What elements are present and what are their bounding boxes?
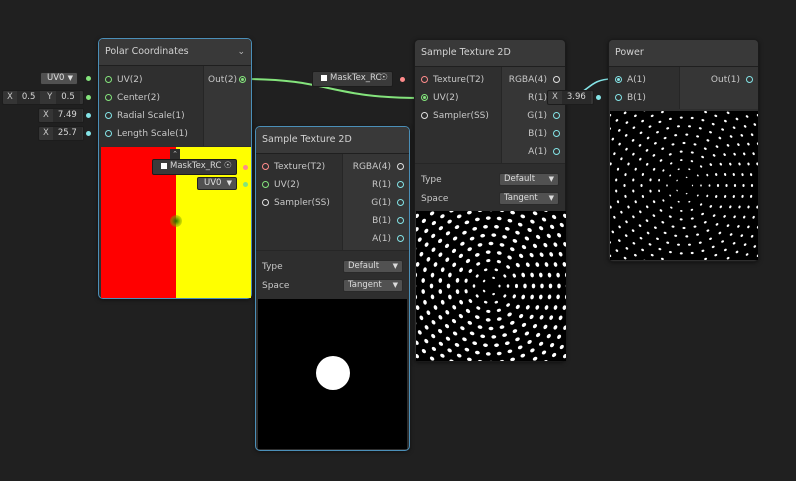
output-port-out[interactable]: Out(2) [204,71,251,89]
output-port-b[interactable]: B(1) [343,212,409,230]
pattern-dot [514,283,519,289]
mask-texture-field[interactable]: MaskTex_RC ☉ [152,159,237,175]
polar-dots-preview-image [416,211,566,361]
type-dropdown[interactable]: Default ▼ [343,260,403,273]
pattern-dot [488,241,494,246]
pattern-dot [640,184,643,187]
pattern-dot [716,184,720,187]
node-title[interactable]: Power [609,40,758,67]
texture-connector-dot-2 [400,77,405,82]
output-port-a[interactable]: A(1) [502,143,565,161]
center-connector-dot [86,95,91,100]
pattern-dot [750,184,754,187]
type-dropdown[interactable]: Default ▼ [499,173,559,186]
input-port-a[interactable]: A(1) [609,71,679,89]
input-port-radial-scale[interactable]: Radial Scale(1) [99,107,203,125]
output-port-a[interactable]: A(1) [343,230,409,248]
chevron-down-icon[interactable]: ⌄ [237,39,245,65]
type-label: Type [421,174,442,185]
node-title[interactable]: Sample Texture 2D [415,40,565,67]
pattern-dot [708,184,711,187]
input-port-texture[interactable]: Texture(T2) [256,158,342,176]
input-port-uv[interactable]: UV(2) [415,89,501,107]
pattern-dot [682,226,686,230]
pattern-dot [682,141,686,145]
uv-channel-dropdown[interactable]: UV0 ▼ [40,72,78,85]
output-port-rgba[interactable]: RGBA(4) [343,158,409,176]
node-title[interactable]: Sample Texture 2D [256,127,409,154]
pattern-dot [725,184,728,187]
input-port-sampler[interactable]: Sampler(SS) [415,107,501,125]
pattern-dot [506,284,510,288]
length-scale-field[interactable]: X 25.7 [38,126,84,141]
length-connector-dot [86,131,91,136]
sample-texture-node-upper[interactable]: Sample Texture 2D Texture(T2) UV(2) Samp… [414,39,566,362]
space-label: Space [262,280,290,291]
pattern-dot [523,283,527,289]
power-b-connector-dot [596,95,601,100]
sample-texture-node-lower[interactable]: Sample Texture 2D Texture(T2) UV(2) Samp… [255,126,410,451]
target-icon[interactable]: ☉ [224,160,232,173]
pattern-dot [623,184,626,187]
pattern-dot [666,184,668,187]
uv-channel-dropdown-2[interactable]: UV0 ▼ [197,177,237,190]
node-title[interactable]: Polar Coordinates ⌄ [99,39,251,66]
settings-section: Type Default ▼ Space Tangent ▼ [256,250,409,296]
texture-connector-dot [243,165,248,170]
pattern-dot [446,283,451,289]
pattern-dot [498,284,501,288]
uv-connector-dot [86,76,91,81]
space-dropdown[interactable]: Tangent ▼ [499,192,559,205]
radial-connector-dot [86,113,91,118]
power-b-field[interactable]: X 3.96 [547,90,594,105]
output-port-g[interactable]: G(1) [502,107,565,125]
output-port-out[interactable]: Out(1) [680,71,758,89]
type-label: Type [262,261,283,272]
power-dots-preview-image [610,111,758,260]
output-port-b[interactable]: B(1) [502,125,565,143]
input-port-texture[interactable]: Texture(T2) [415,71,501,89]
output-port-rgba[interactable]: RGBA(4) [502,71,565,89]
chevron-up-icon[interactable]: ⌃ [170,149,180,159]
output-port-r[interactable]: R(1) [343,176,409,194]
center-y-value[interactable]: 0.5 [56,91,80,104]
pattern-dot [733,184,737,187]
pattern-dot [488,326,494,331]
target-icon[interactable]: ☉ [380,72,388,85]
input-port-length-scale[interactable]: Length Scale(1) [99,125,203,143]
pattern-dot [429,283,434,289]
pattern-dot [531,283,536,289]
settings-section: Type Default ▼ Space Tangent ▼ [415,163,565,209]
pattern-dot [557,283,561,289]
pattern-dot [548,283,553,289]
pattern-dot [691,184,694,187]
uv-connector-dot-2 [243,182,248,187]
center-x-value[interactable]: 0.5 [16,91,41,104]
input-port-b[interactable]: B(1) [609,89,679,107]
input-port-sampler[interactable]: Sampler(SS) [256,194,342,212]
texture-icon [321,74,327,81]
input-port-center[interactable]: Center(2) [99,89,203,107]
input-port-uv[interactable]: UV(2) [99,71,203,89]
circle-preview-image [258,299,407,449]
texture-icon [161,162,167,169]
radial-scale-field[interactable]: X 7.49 [38,108,84,123]
pattern-dot [742,184,745,187]
power-node[interactable]: Power A(1) B(1) Out(1) [608,39,759,262]
pattern-dot [540,283,544,289]
space-dropdown[interactable]: Tangent ▼ [343,279,403,292]
pattern-dot [472,284,476,288]
input-port-uv[interactable]: UV(2) [256,176,342,194]
center-field[interactable]: X 0.5 Y 0.5 [2,90,84,105]
output-port-g[interactable]: G(1) [343,194,409,212]
space-label: Space [421,193,449,204]
mask-texture-field-2[interactable]: MaskTex_RC ☉ [312,71,393,87]
pattern-dot [700,184,702,187]
